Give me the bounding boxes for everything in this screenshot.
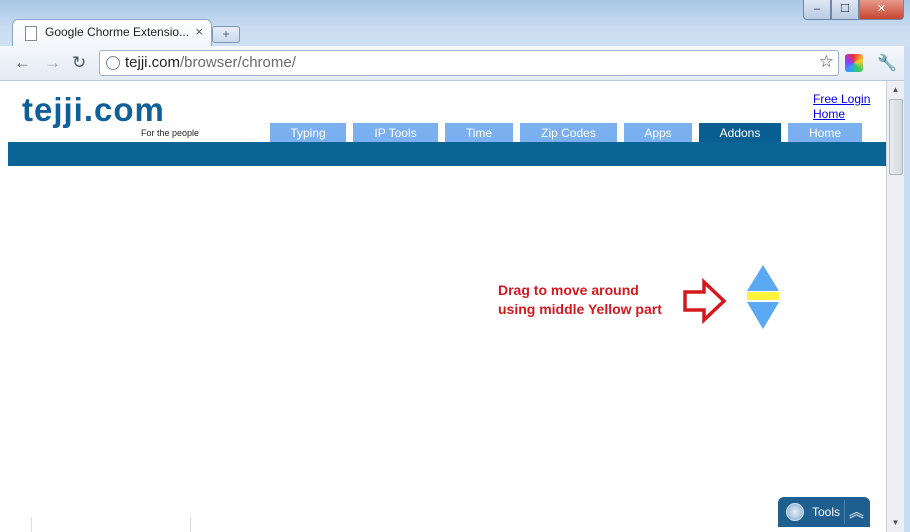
close-button[interactable]: ✕ xyxy=(859,0,904,20)
nav-tab-time[interactable]: Time xyxy=(445,123,513,144)
site-logo[interactable]: tejji.com xyxy=(22,91,165,129)
new-tab-button[interactable]: + xyxy=(212,26,240,43)
page-icon xyxy=(25,26,37,41)
site-tagline: For the people xyxy=(141,128,200,138)
scroll-down-icon[interactable]: ▼ xyxy=(887,516,904,530)
bookmark-star-icon[interactable]: ☆ xyxy=(819,52,834,72)
globe-icon xyxy=(106,56,120,70)
url-text: tejji.com/browser/chrome/ xyxy=(125,54,296,71)
forward-button[interactable]: → xyxy=(44,53,61,73)
tab-close-icon[interactable]: × xyxy=(195,24,203,39)
wrench-icon[interactable]: 🔧 xyxy=(877,53,897,73)
reload-button[interactable]: ↻ xyxy=(72,53,86,73)
tools-label: Tools xyxy=(812,505,841,519)
chevron-up-icon[interactable]: ︽ xyxy=(849,501,864,522)
scroll-up-icon[interactable]: ▲ xyxy=(887,83,904,97)
page-viewport: tejji.com For the people Free Login Home… xyxy=(0,81,886,532)
nav-tab-addons[interactable]: Addons xyxy=(699,123,781,144)
browser-tab[interactable]: Google Chorme Extensio... × xyxy=(12,19,212,47)
top-links: Free Login Home xyxy=(813,92,870,122)
nav-tab-apps[interactable]: Apps xyxy=(624,123,692,144)
extension-icon[interactable] xyxy=(845,54,863,72)
window-titlebar: Google Chorme Extensio... × + – ☐ ✕ xyxy=(0,0,910,47)
url-host: tejji.com xyxy=(125,54,181,71)
drag-callout: Drag to move around using middle Yellow … xyxy=(498,281,662,319)
site-nav: Typing IP Tools Time Zip Codes Apps Addo… xyxy=(270,123,869,144)
tools-separator xyxy=(844,500,845,524)
scroll-thumb[interactable] xyxy=(889,99,903,175)
globe-icon xyxy=(786,503,804,521)
browser-toolbar: ← → ↻ tejji.com/browser/chrome/ ☆ 🔧 xyxy=(0,46,910,81)
tab-title: Google Chorme Extensio... xyxy=(45,25,190,39)
nav-tab-typing[interactable]: Typing xyxy=(270,123,346,144)
nav-tab-home[interactable]: Home xyxy=(788,123,862,144)
minimize-button[interactable]: – xyxy=(803,0,831,20)
nav-tab-zip-codes[interactable]: Zip Codes xyxy=(520,123,617,144)
callout-line-1: Drag to move around xyxy=(498,282,639,298)
maximize-button[interactable]: ☐ xyxy=(831,0,859,20)
back-button[interactable]: ← xyxy=(14,53,31,73)
divider xyxy=(31,517,32,532)
drag-handle-widget[interactable] xyxy=(746,265,780,331)
home-link[interactable]: Home xyxy=(813,107,870,122)
vertical-scrollbar[interactable]: ▲ ▼ xyxy=(886,81,905,532)
free-login-link[interactable]: Free Login xyxy=(813,92,870,107)
tools-widget[interactable]: Tools ︽ xyxy=(778,497,870,527)
right-arrow-icon xyxy=(683,278,727,324)
divider xyxy=(190,517,191,532)
window-controls: – ☐ ✕ xyxy=(803,0,904,20)
url-path: /browser/chrome/ xyxy=(180,54,296,71)
nav-tab-ip-tools[interactable]: IP Tools xyxy=(353,123,438,144)
header-band xyxy=(8,142,886,166)
address-bar[interactable]: tejji.com/browser/chrome/ ☆ xyxy=(99,50,839,76)
window-frame xyxy=(904,46,910,532)
callout-line-2: using middle Yellow part xyxy=(498,301,662,317)
